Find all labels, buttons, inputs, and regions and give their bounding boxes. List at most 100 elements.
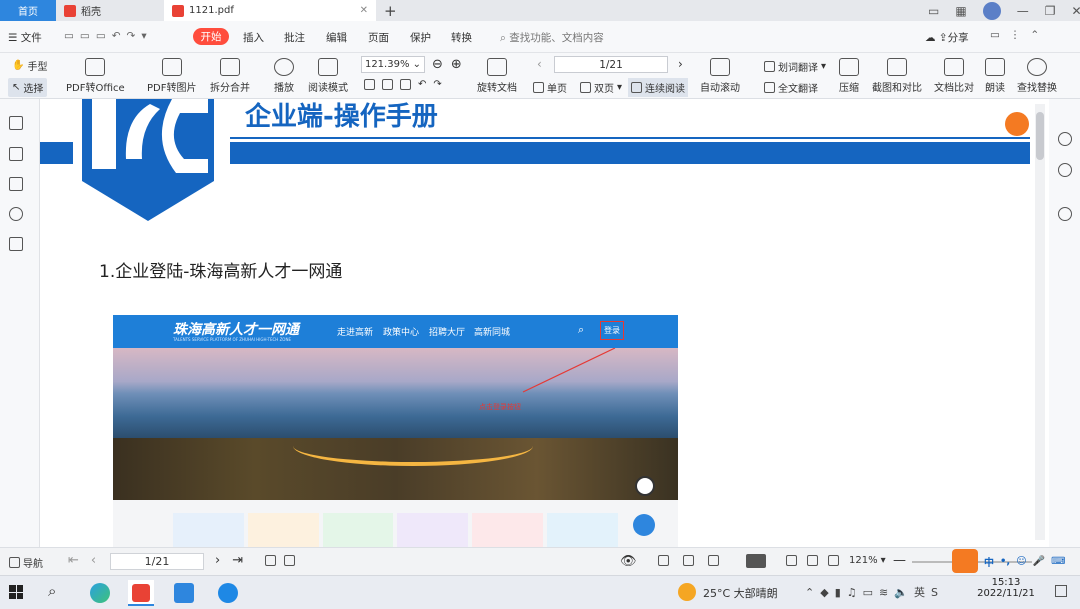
restore-icon[interactable]: ❐ [1045, 4, 1056, 18]
tab-comment[interactable]: 批注 [284, 30, 305, 45]
photos-icon[interactable] [174, 583, 194, 603]
menu-extra-icons[interactable]: ▭⋮⌃ [990, 29, 1049, 41]
avatar[interactable] [982, 1, 1001, 20]
page-view-icon[interactable] [683, 555, 694, 566]
page-input[interactable]: 1/21 [554, 56, 668, 73]
zoom-out-status[interactable]: — [893, 553, 906, 568]
last-page-icon[interactable]: ⇥ [232, 553, 243, 568]
page-nav-next[interactable]: › ⇥ [215, 553, 243, 568]
rotate-left-icon[interactable]: ↶ [418, 79, 426, 90]
pdf-to-image-button[interactable]: PDF转图片 [147, 58, 196, 94]
new-tab-button[interactable]: + [376, 0, 405, 21]
tray-mic-icon[interactable]: ▮ [835, 586, 841, 599]
double-view-icon[interactable] [708, 555, 719, 566]
play-slideshow-icon[interactable] [746, 554, 766, 568]
tab-edit[interactable]: 编辑 [326, 30, 347, 45]
full-translate-button[interactable]: 全文翻译 [764, 80, 818, 95]
volume-icon[interactable]: ♫ [847, 586, 857, 599]
zoom-in-icon[interactable]: ⊕ [451, 57, 462, 72]
ai-assistant-icon[interactable] [1005, 112, 1029, 136]
fit-page-icon[interactable] [364, 79, 375, 90]
network-icon[interactable]: ≋ [879, 586, 888, 599]
select-tool[interactable]: ↖ 选择 [8, 78, 48, 97]
fit-icon[interactable] [786, 555, 797, 566]
first-page-icon[interactable]: ⇤ [68, 553, 79, 568]
hand-tool[interactable]: ✋ 手型 [12, 58, 47, 73]
play-button[interactable]: 播放 [274, 58, 294, 94]
sogou-tray-icon[interactable]: S [931, 586, 938, 599]
double-page-button[interactable]: 双页 ▾ [580, 80, 622, 95]
ime-mode-icon[interactable]: 英 [914, 584, 925, 600]
translate-panel-icon[interactable] [1058, 207, 1072, 221]
actual-size-status-icon[interactable] [828, 555, 839, 566]
next-page-button[interactable]: › [678, 57, 683, 71]
continuous-read-button[interactable]: 连续阅读 [628, 78, 688, 97]
clock[interactable]: 15:13 2022/11/21 [975, 577, 1037, 599]
page-nav-prev[interactable]: ⇤ ‹ [68, 553, 96, 568]
prev-page-icon[interactable]: ‹ [91, 553, 96, 568]
tab-start[interactable]: 开始 [193, 28, 229, 45]
tab-docer[interactable]: 稻壳 [56, 0, 164, 21]
speaker-tray-icon[interactable]: 🔈 [894, 586, 908, 599]
eye-mode-icon[interactable]: 👁 [620, 554, 637, 569]
fit-width-status-icon[interactable] [807, 555, 818, 566]
zoom-select[interactable]: 121.39% ⌄ [361, 56, 425, 73]
close-icon[interactable]: ✕ [360, 5, 368, 16]
tab-pdf[interactable]: 1121.pdf ✕ [164, 0, 376, 21]
find-replace-button[interactable]: 查找替换 [1017, 58, 1057, 94]
share-button[interactable]: ☁ ⇪分享 [925, 30, 969, 45]
file-menu[interactable]: ☰ 文件 [8, 30, 42, 45]
ie-icon[interactable] [218, 583, 238, 603]
nav-toggle[interactable]: 导航 [9, 555, 43, 570]
tab-convert[interactable]: 转换 [451, 30, 472, 45]
chevron-up-icon[interactable]: ⌃ [805, 586, 814, 599]
sogou-ime-icon[interactable] [952, 549, 978, 573]
signature-icon[interactable] [9, 237, 23, 251]
tab-protect[interactable]: 保护 [410, 30, 431, 45]
grid-icon[interactable]: ▦ [955, 4, 966, 18]
zoom-out-icon[interactable]: ⊖ [432, 57, 443, 72]
status-page-input[interactable]: 1/21 [110, 553, 204, 570]
tray-app-icon[interactable]: ◆ [820, 586, 828, 599]
wps-taskbar-icon[interactable] [128, 580, 154, 606]
rotate-right-icon[interactable]: ↷ [433, 79, 441, 90]
battery-icon[interactable]: ▭ [863, 586, 873, 599]
tab-page[interactable]: 页面 [368, 30, 389, 45]
edge-icon[interactable] [90, 583, 110, 603]
rotate-doc-button[interactable]: 旋转文档 [477, 58, 517, 94]
split-view-icon[interactable] [658, 555, 669, 566]
forward-icon[interactable] [284, 555, 295, 566]
fit-width-icon[interactable] [382, 79, 393, 90]
comment-icon[interactable] [9, 177, 23, 191]
split-merge-button[interactable]: 拆分合并 [210, 58, 250, 94]
status-zoom[interactable]: 121% ▾ [849, 555, 886, 566]
actual-size-icon[interactable] [400, 79, 411, 90]
thumbnail-icon[interactable] [9, 147, 23, 161]
scroll-thumb[interactable] [1036, 112, 1044, 160]
search-panel-icon[interactable] [1058, 132, 1072, 146]
read-aloud-button[interactable]: 朗读 [985, 58, 1005, 94]
tab-home[interactable]: 首页 [0, 0, 56, 21]
auto-scroll-button[interactable]: 自动滚动 [700, 58, 740, 94]
layout-icon[interactable]: ▭ [928, 4, 939, 18]
back-icon[interactable] [265, 555, 276, 566]
search-taskbar-icon[interactable]: ⌕ [48, 582, 56, 600]
attachment-icon[interactable] [9, 207, 23, 221]
bookmark-icon[interactable] [9, 116, 23, 130]
screenshot-compare-button[interactable]: 截图和对比 [872, 58, 922, 94]
minimize-icon[interactable]: — [1017, 4, 1029, 18]
notification-icon[interactable] [1055, 585, 1067, 597]
read-mode-button[interactable]: 阅读模式 [308, 58, 348, 94]
doc-compare-button[interactable]: 文档比对 [934, 58, 974, 94]
search-box[interactable]: ⌕ 查找功能、文档内容 [500, 30, 604, 45]
help-icon[interactable] [1058, 163, 1072, 177]
single-page-button[interactable]: 单页 [533, 80, 567, 95]
quick-access[interactable]: ▭▭▭↶↷▾ [64, 30, 153, 42]
compress-button[interactable]: 压缩 [839, 58, 859, 94]
close-window-icon[interactable]: ✕ [1071, 4, 1080, 18]
ime-toolbar[interactable]: 中 •, ☺ 🎤 ⌨ [984, 554, 1066, 569]
pdf-to-office-button[interactable]: PDF转Office [66, 58, 125, 94]
prev-page-button[interactable]: ‹ [537, 57, 542, 71]
tab-insert[interactable]: 插入 [243, 30, 264, 45]
vertical-scrollbar[interactable] [1035, 104, 1045, 540]
